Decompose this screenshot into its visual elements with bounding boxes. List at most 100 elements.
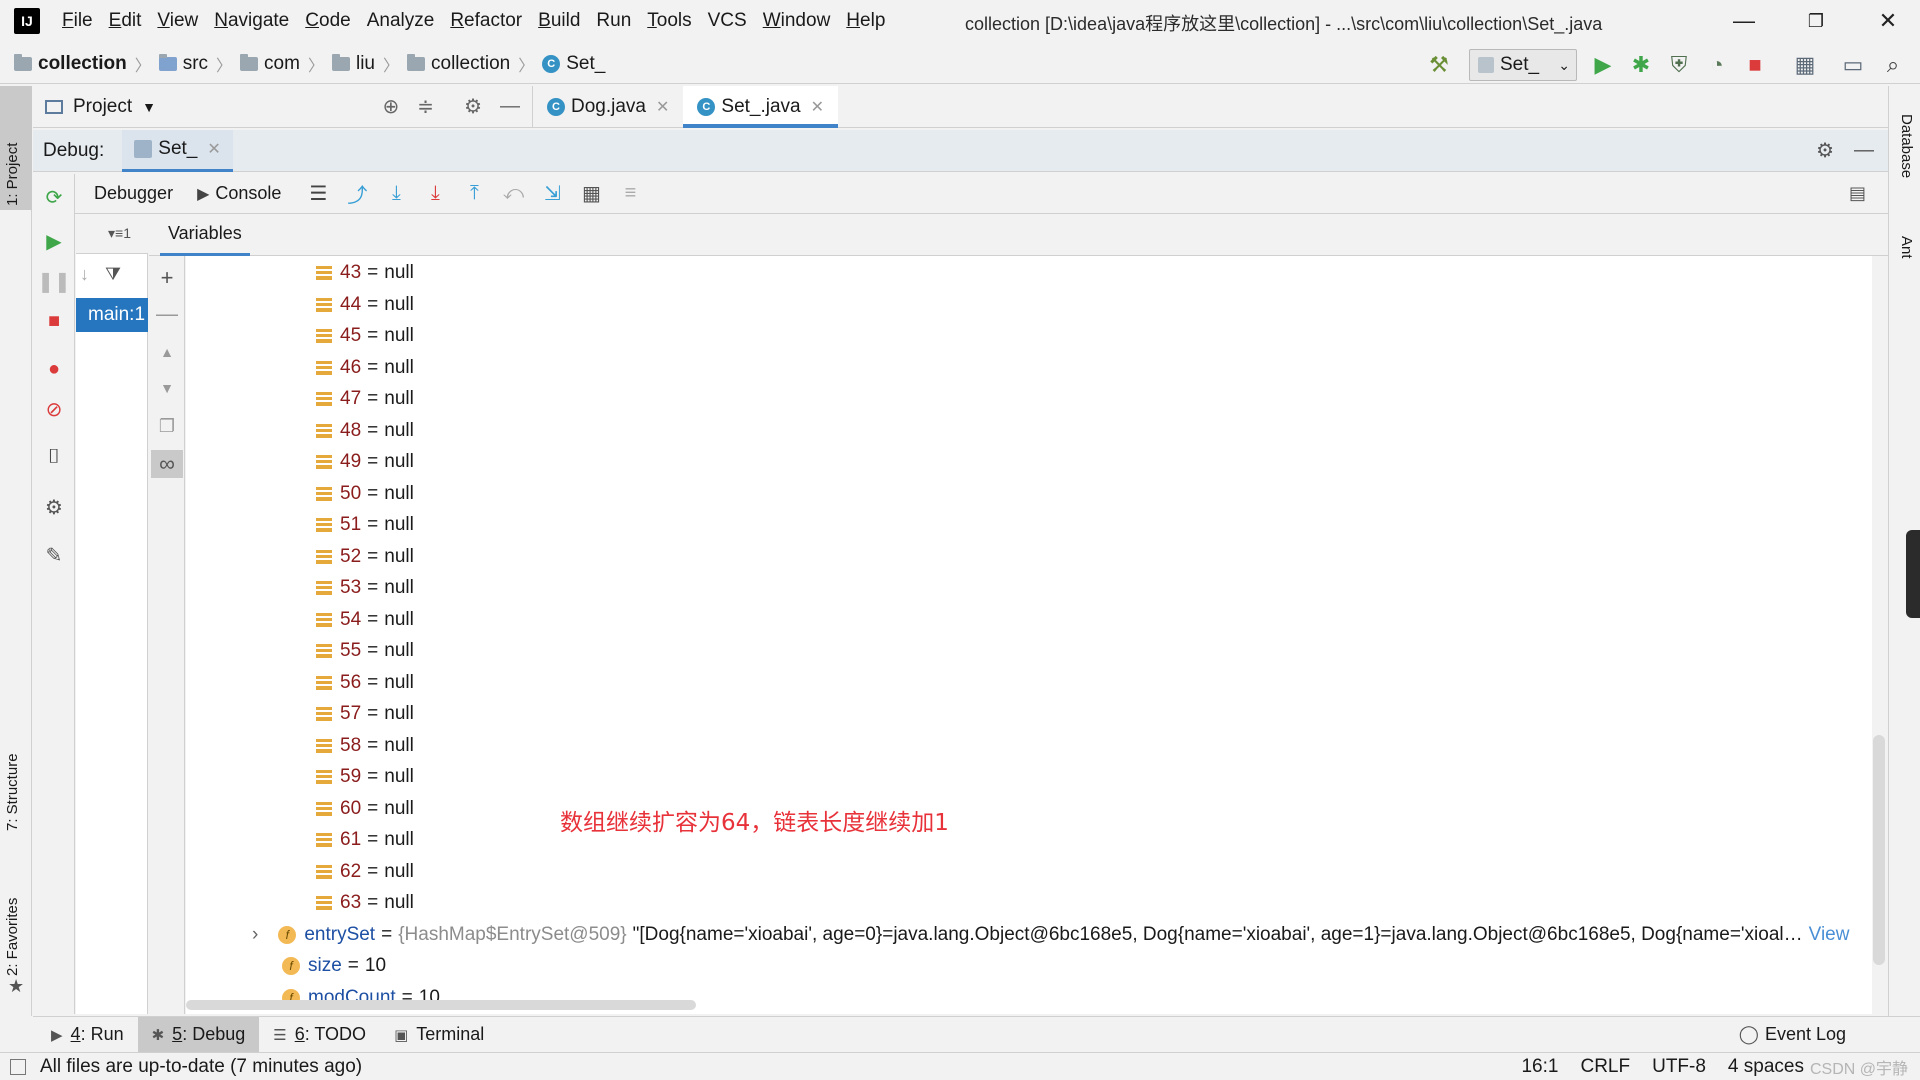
vertical-scrollbar[interactable] [1873, 735, 1885, 965]
remove-watch-icon[interactable]: — [153, 300, 181, 328]
variable-row[interactable]: 54 = null [316, 605, 414, 635]
tab-debugger[interactable]: Debugger [94, 183, 173, 204]
breadcrumb-liu[interactable]: liu 〉 [331, 52, 399, 76]
close-icon[interactable]: ✕ [1870, 6, 1906, 36]
menu-item-build[interactable]: Build [538, 10, 580, 32]
variable-row[interactable]: 49 = null [316, 447, 414, 477]
step-over-icon[interactable]: ⤓ [381, 179, 411, 209]
profile-icon[interactable]: ◔ [1704, 52, 1730, 78]
coverage-icon[interactable]: ⛨ [1666, 52, 1692, 78]
glasses-icon[interactable]: ∞ [151, 450, 183, 478]
breadcrumb-project[interactable]: collection 〉 [14, 52, 151, 76]
menu-lines-icon[interactable]: ☰ [303, 179, 333, 209]
menu-item-help[interactable]: Help [846, 10, 885, 32]
debug-icon[interactable]: ✱ [1628, 52, 1654, 78]
menu-item-file[interactable]: File [62, 10, 93, 32]
thread-menu-icon[interactable]: ▾≡1 [108, 225, 131, 242]
evaluate-expression-icon[interactable]: ▦ [576, 179, 606, 209]
mute-breakpoints-icon[interactable]: ⊘ [39, 394, 69, 424]
arrow-down-icon[interactable]: ↓ [80, 264, 89, 285]
breadcrumb-src[interactable]: src 〉 [158, 52, 232, 76]
variable-row[interactable]: 48 = null [316, 416, 414, 446]
project-tool-button[interactable]: 1: Project [4, 143, 21, 206]
gear-icon[interactable]: ⚙ [1816, 138, 1834, 163]
variable-row[interactable]: 46 = null [316, 353, 414, 383]
trace-icon[interactable]: ≡ [615, 179, 645, 209]
bottom-tab-todo[interactable]: ☰ 6: TODO [259, 1017, 380, 1053]
variable-row[interactable]: 53 = null [316, 573, 414, 603]
structure-tool-button[interactable]: 7: Structure [4, 753, 21, 831]
file-encoding[interactable]: UTF-8 [1652, 1056, 1706, 1078]
event-log-button[interactable]: ◯ Event Log [1725, 1017, 1860, 1053]
hide-icon[interactable]: — [500, 95, 520, 118]
tab-set-java[interactable]: C Set_.java ✕ [683, 85, 839, 128]
run-configuration-select[interactable]: Set_ ⌄ [1469, 49, 1577, 81]
variable-row[interactable]: 60 = null [316, 794, 414, 824]
status-toggle-icon[interactable] [10, 1058, 26, 1075]
line-separator[interactable]: CRLF [1580, 1056, 1630, 1078]
rerun-icon[interactable]: ⟳ [39, 182, 69, 212]
menu-item-window[interactable]: Window [763, 10, 831, 32]
chevron-right-icon[interactable]: › [252, 924, 258, 946]
filter-icon[interactable]: ⧩ [105, 264, 121, 285]
indent-setting[interactable]: 4 spaces [1728, 1056, 1804, 1078]
menu-item-refactor[interactable]: Refactor [450, 10, 522, 32]
pin-icon[interactable]: ✎ [39, 540, 69, 570]
favorites-tool-button[interactable]: 2: Favorites [4, 898, 21, 976]
camera-icon[interactable]: ⌷ [39, 442, 69, 472]
variable-row[interactable]: 52 = null [316, 542, 414, 572]
variable-row[interactable]: 47 = null [316, 384, 414, 414]
minimize-icon[interactable]: — [1726, 6, 1762, 36]
close-session-icon[interactable]: ✕ [207, 139, 220, 159]
add-watch-icon[interactable]: + [153, 264, 181, 292]
move-down-icon[interactable]: ▼ [153, 374, 181, 402]
close-tab-icon[interactable]: ✕ [656, 97, 669, 117]
variable-row[interactable]: 55 = null [316, 636, 414, 666]
view-link[interactable]: View [1809, 924, 1850, 946]
variable-row[interactable]: 45 = null [316, 321, 414, 351]
variable-row[interactable]: 43 = null [316, 258, 414, 288]
run-to-cursor-icon[interactable]: ⇲ [537, 179, 567, 209]
menu-item-tools[interactable]: Tools [647, 10, 691, 32]
show-execution-point-icon[interactable]: ⤴ [342, 179, 372, 209]
frame-item-main[interactable]: main:1 [76, 298, 148, 332]
force-step-into-icon[interactable]: ⤓ [420, 179, 450, 209]
bottom-tab-run[interactable]: ▶ 4: Run [37, 1017, 138, 1053]
bottom-tab-terminal[interactable]: ▣ Terminal [380, 1017, 498, 1053]
close-tab-icon[interactable]: ✕ [811, 97, 824, 117]
step-out-icon[interactable]: ⤒ [459, 179, 489, 209]
gear-icon[interactable]: ⚙ [464, 94, 482, 119]
tab-console[interactable]: Console [215, 183, 281, 204]
locate-icon[interactable]: ⊕ [383, 94, 400, 119]
drop-frame-icon[interactable]: ⤺ [498, 179, 528, 209]
breadcrumb-collection[interactable]: collection 〉 [407, 52, 534, 76]
menu-item-analyze[interactable]: Analyze [367, 10, 435, 32]
layout-icon[interactable]: ▤ [1849, 183, 1866, 204]
settings-icon[interactable]: ⚙ [39, 492, 69, 522]
variable-row[interactable]: 57 = null [316, 699, 414, 729]
project-structure-icon[interactable]: ▦ [1792, 52, 1818, 78]
menu-item-navigate[interactable]: Navigate [214, 10, 289, 32]
horizontal-scrollbar[interactable] [186, 1000, 696, 1010]
menu-item-run[interactable]: Run [596, 10, 631, 32]
menu-item-view[interactable]: View [157, 10, 198, 32]
terminal-window-icon[interactable]: ▭ [1840, 52, 1866, 78]
view-breakpoints-icon[interactable]: ● [39, 354, 69, 384]
copy-icon[interactable]: ❐ [153, 412, 181, 440]
variable-row[interactable]: 44 = null [316, 290, 414, 320]
collapse-all-icon[interactable]: ≑ [417, 94, 434, 119]
menu-item-code[interactable]: Code [305, 10, 350, 32]
bottom-tab-debug[interactable]: ✱ 5: Debug [137, 1016, 260, 1053]
chevron-down-icon[interactable]: ▼ [142, 99, 156, 115]
search-icon[interactable]: ⌕ [1880, 52, 1906, 78]
stop-icon[interactable]: ■ [1742, 52, 1768, 78]
breadcrumb-com[interactable]: com 〉 [240, 52, 324, 76]
resume-icon[interactable]: ▶ [39, 226, 69, 256]
breadcrumb-class[interactable]: C Set_ [542, 53, 605, 75]
variable-row[interactable]: 51 = null [316, 510, 414, 540]
hide-icon[interactable]: — [1854, 139, 1874, 162]
debug-session-tab[interactable]: Set_ ✕ [122, 129, 233, 172]
project-view-label[interactable]: Project [73, 96, 132, 118]
variable-row[interactable]: 56 = null [316, 668, 414, 698]
pause-icon[interactable]: ❚❚ [37, 266, 71, 296]
